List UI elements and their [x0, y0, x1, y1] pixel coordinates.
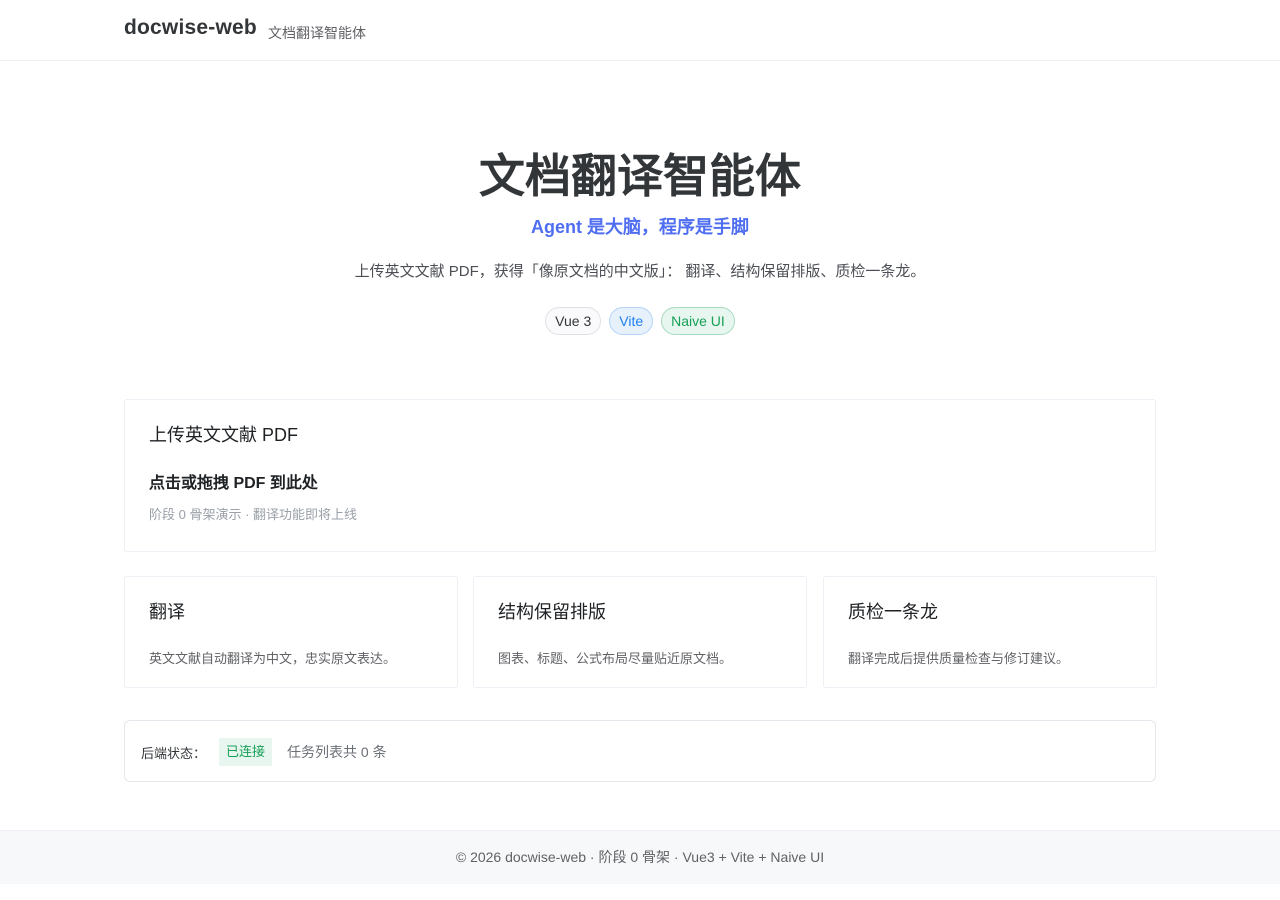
feature-description: 英文文献自动翻译为中文，忠实原文表达。 — [149, 651, 397, 666]
feature-description: 翻译完成后提供质量检查与修订建议。 — [848, 651, 1070, 666]
feature-title: 翻译 — [149, 602, 185, 622]
brand-logo-text[interactable]: docwise-web — [124, 16, 257, 40]
hero-description: 上传英文文献 PDF，获得「像原文档的中文版」： 翻译、结构保留排版、质检一条龙… — [354, 263, 926, 280]
upload-card: 上传英文文献 PDF 点击或拖拽 PDF 到此处 阶段 0 骨架演示 · 翻译功… — [124, 399, 1156, 552]
page-footer: © 2026 docwise-web · 阶段 0 骨架 · Vue3 + Vi… — [0, 830, 1280, 884]
hero-slogan: Agent 是大脑，程序是手脚 — [531, 217, 749, 237]
feature-title: 结构保留排版 — [498, 602, 606, 622]
tag-naive-ui: Naive UI — [661, 307, 735, 335]
drop-zone-label: 点击或拖拽 PDF 到此处 — [149, 475, 318, 492]
tag-vite: Vite — [609, 307, 654, 335]
tag-vue3: Vue 3 — [545, 307, 602, 335]
app-header: docwise-web 文档翻译智能体 — [0, 0, 1280, 61]
pdf-drop-zone[interactable]: 点击或拖拽 PDF 到此处 阶段 0 骨架演示 · 翻译功能即将上线 — [149, 466, 1129, 536]
feature-description: 图表、标题、公式布局尽量贴近原文档。 — [498, 651, 733, 666]
brand-subtitle: 文档翻译智能体 — [268, 25, 366, 41]
feature-card-translate: 翻译 英文文献自动翻译为中文，忠实原文表达。 — [124, 576, 458, 688]
feature-card-layout: 结构保留排版 图表、标题、公式布局尽量贴近原文档。 — [473, 576, 807, 688]
task-count-text: 任务列表共 0 条 — [287, 744, 387, 760]
drop-zone-hint: 阶段 0 骨架演示 · 翻译功能即将上线 — [149, 507, 358, 522]
status-badge: 已连接 — [219, 738, 273, 766]
backend-status-label: 后端状态： — [141, 746, 207, 761]
feature-title: 质检一条龙 — [848, 602, 938, 622]
hero-title: 文档翻译智能体 — [479, 150, 801, 202]
tech-tags: Vue 3 Vite Naive UI — [0, 307, 1280, 335]
feature-card-qa: 质检一条龙 翻译完成后提供质量检查与修订建议。 — [823, 576, 1157, 688]
upload-card-title: 上传英文文献 PDF — [149, 425, 299, 445]
backend-status-bar: 后端状态： 已连接 任务列表共 0 条 — [124, 720, 1156, 782]
